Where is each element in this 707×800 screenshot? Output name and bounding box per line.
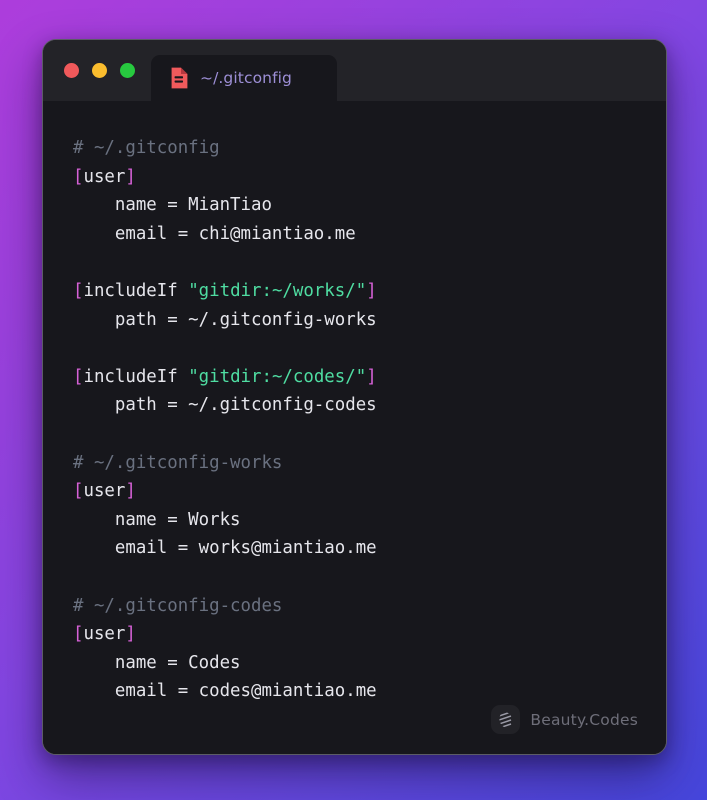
code-token-bracket: ]: [125, 481, 136, 502]
code-token-comment: # ~/.gitconfig-works: [73, 452, 283, 473]
code-token-bracket: ]: [366, 280, 377, 301]
code-token-key: path = ~/.gitconfig-codes: [73, 395, 377, 416]
code-token-bracket: ]: [125, 624, 136, 645]
code-line: name = Works: [73, 506, 636, 535]
code-line: [includeIf "gitdir:~/works/"]: [73, 277, 636, 306]
code-line: [user]: [73, 163, 636, 192]
code-line: name = Codes: [73, 649, 636, 678]
code-token-key: email = chi@miantiao.me: [73, 223, 356, 244]
code-token-key: email = codes@miantiao.me: [73, 681, 377, 702]
code-token-section: user: [83, 624, 126, 645]
code-editor-area[interactable]: # ~/.gitconfig [user] name = MianTiao ema…: [43, 101, 666, 754]
code-token-key: name = Codes: [73, 652, 241, 673]
file-icon: [171, 67, 188, 89]
code-token-comment: # ~/.gitconfig-codes: [73, 595, 283, 616]
code-token-key: email = works@miantiao.me: [73, 538, 377, 559]
code-token-section: user: [83, 166, 126, 187]
code-token-key: name = MianTiao: [73, 195, 272, 216]
code-token-comment: # ~/.gitconfig: [73, 138, 220, 158]
code-line: email = chi@miantiao.me: [73, 220, 636, 249]
window-titlebar: ~/.gitconfig: [43, 40, 666, 101]
code-line: # ~/.gitconfig: [73, 134, 636, 163]
code-token-string: "gitdir:~/works/": [188, 280, 367, 301]
code-block: # ~/.gitconfig [user] name = MianTiao ema…: [73, 134, 636, 706]
code-token-bracket: [: [73, 481, 84, 502]
code-line: name = MianTiao: [73, 191, 636, 220]
tab-label: ~/.gitconfig: [200, 69, 292, 87]
code-token-bracket: ]: [125, 166, 136, 187]
code-token-bracket: [: [73, 624, 84, 645]
tab-strip: ~/.gitconfig: [151, 40, 666, 101]
traffic-light-group: [43, 40, 151, 101]
code-token-key: path = ~/.gitconfig-works: [73, 309, 377, 330]
code-window: ~/.gitconfig # ~/.gitconfig [user] name =…: [42, 39, 667, 755]
code-token-section: includeIf: [83, 280, 189, 301]
code-line: [user]: [73, 477, 636, 506]
code-token-section: user: [83, 481, 126, 502]
code-line: [user]: [73, 620, 636, 649]
watermark: Beauty.Codes: [491, 705, 638, 734]
beauty-codes-logo-icon: [491, 705, 521, 734]
tab-gitconfig[interactable]: ~/.gitconfig: [151, 55, 337, 101]
code-line: email = works@miantiao.me: [73, 534, 636, 563]
close-window-button[interactable]: [64, 63, 79, 78]
code-line: # ~/.gitconfig-codes: [73, 592, 636, 621]
code-token-string: "gitdir:~/codes/": [188, 366, 367, 387]
watermark-label: Beauty.Codes: [530, 710, 638, 729]
code-token-bracket: [: [73, 280, 84, 301]
code-token-bracket: ]: [366, 366, 377, 387]
code-token-bracket: [: [73, 366, 84, 387]
code-line: # ~/.gitconfig-works: [73, 449, 636, 478]
code-token-key: name = Works: [73, 509, 241, 530]
code-token-bracket: [: [73, 166, 84, 187]
minimize-window-button[interactable]: [92, 63, 107, 78]
code-line: email = codes@miantiao.me: [73, 677, 636, 706]
code-token-section: includeIf: [83, 366, 189, 387]
maximize-window-button[interactable]: [120, 63, 135, 78]
code-line: [includeIf "gitdir:~/codes/"]: [73, 363, 636, 392]
code-line: path = ~/.gitconfig-codes: [73, 391, 636, 420]
code-line: path = ~/.gitconfig-works: [73, 306, 636, 335]
